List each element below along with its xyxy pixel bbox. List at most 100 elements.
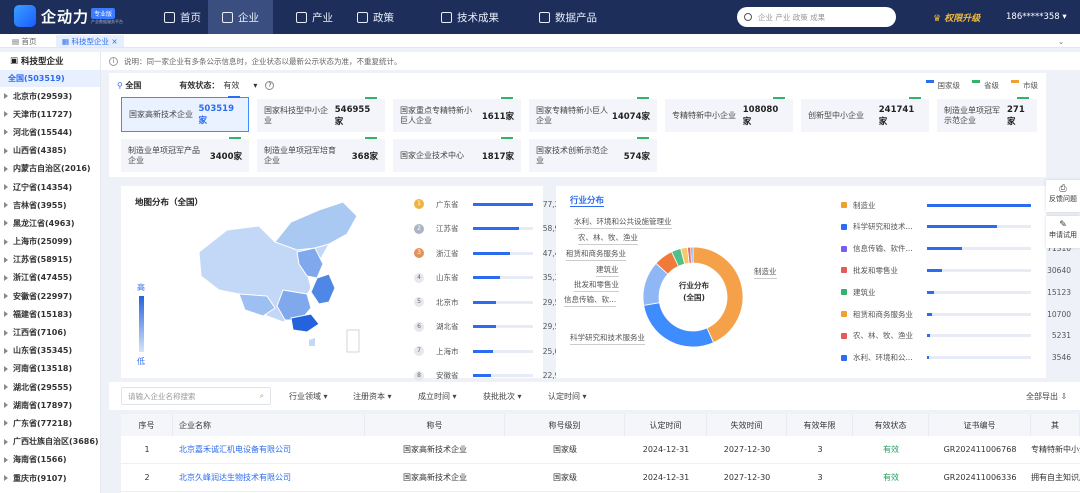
ranking-row[interactable]: 3浙江省47,455 (414, 241, 569, 266)
expand-arrow-icon[interactable] (4, 274, 8, 281)
filter-capital[interactable]: 注册资本 ▾ (353, 391, 392, 402)
user-account[interactable]: 186*****358 ▾ (1006, 12, 1067, 22)
sidebar-item[interactable]: 河北省(15544) (0, 123, 100, 141)
tab-tech-enterprise[interactable]: ▦ 科技型企业 × (56, 35, 124, 47)
expand-arrow-icon[interactable] (4, 402, 8, 409)
filter-cert-date[interactable]: 认定时间 ▾ (548, 391, 587, 402)
feedback-button[interactable]: ⎙ 反馈问题 (1046, 180, 1080, 212)
close-icon[interactable]: × (111, 37, 117, 46)
expand-arrow-icon[interactable] (4, 311, 8, 318)
expand-arrow-icon[interactable] (4, 256, 8, 263)
qualification-card[interactable]: 国家科技型中小企业 546955家 (257, 97, 385, 132)
sidebar-item[interactable]: 内蒙古自治区(2016) (0, 160, 100, 178)
expand-arrow-icon[interactable] (4, 165, 8, 172)
nav-policy[interactable]: 政策 (357, 0, 394, 34)
sidebar-item-all[interactable]: 全国(503519) (0, 70, 100, 87)
sidebar-item[interactable]: 江苏省(58915) (0, 251, 100, 269)
sidebar-item[interactable]: 河南省(13518) (0, 360, 100, 378)
expand-arrow-icon[interactable] (4, 347, 8, 354)
expand-arrow-icon[interactable] (4, 202, 8, 209)
industry-bar-row[interactable]: 信息传输、软件... 71310 (841, 238, 1071, 260)
china-map[interactable] (179, 190, 369, 360)
filter-founded[interactable]: 成立时间 ▾ (418, 391, 457, 402)
tab-home[interactable]: ▤ 首页 (12, 35, 36, 47)
expand-arrow-icon[interactable] (4, 238, 8, 245)
nav-industry[interactable]: 产业 (296, 0, 333, 34)
nav-tech[interactable]: 技术成果 (441, 0, 499, 34)
tabs-dropdown-icon[interactable]: ⌄ (1058, 35, 1064, 47)
industry-bar-row[interactable]: 科学研究和技术...14 (841, 216, 1071, 238)
sidebar-item[interactable]: 广东省(77218) (0, 414, 100, 432)
expand-arrow-icon[interactable] (4, 420, 8, 427)
expand-arrow-icon[interactable] (4, 293, 8, 300)
industry-bar-row[interactable]: 水利、环境和公... 3546 (841, 347, 1071, 369)
export-all-button[interactable]: 全部导出 ⇩ (1026, 391, 1067, 402)
sidebar-item[interactable]: 安徽省(22997) (0, 287, 100, 305)
industry-bar-row[interactable]: 建筑业 15123 (841, 281, 1071, 303)
expand-arrow-icon[interactable] (4, 384, 8, 391)
chevron-down-icon[interactable]: ▾ (253, 81, 257, 90)
trial-button[interactable]: ✎ 申请试用 (1046, 216, 1080, 248)
expand-arrow-icon[interactable] (4, 438, 8, 445)
ranking-row[interactable]: 2江苏省58,915 (414, 217, 569, 242)
ranking-row[interactable]: 5北京市29,593 (414, 290, 569, 315)
expand-arrow-icon[interactable] (4, 475, 8, 482)
sidebar-item[interactable]: 辽宁省(14354) (0, 178, 100, 196)
expand-arrow-icon[interactable] (4, 329, 8, 336)
search-icon[interactable]: ⌕ (260, 391, 264, 401)
qualification-card[interactable]: 国家技术创新示范企业 574家 (529, 137, 657, 172)
industry-bar-row[interactable]: 制造业21 (841, 194, 1071, 216)
sidebar-item[interactable]: 江西省(7106) (0, 323, 100, 341)
qualification-card[interactable]: 创新型中小企业 241741家 (801, 97, 929, 132)
sidebar-item[interactable]: 天津市(11727) (0, 105, 100, 123)
nav-enterprise[interactable]: 企业 (208, 0, 273, 34)
qualification-card[interactable]: 专精特新中小企业 108080家 (665, 97, 793, 132)
ranking-row[interactable]: 6湖北省29,555 (414, 315, 569, 340)
global-search-input[interactable]: 企业 产业 政策 成果 (737, 7, 896, 27)
ranking-row[interactable]: 7上海市25,099 (414, 339, 569, 364)
expand-arrow-icon[interactable] (4, 220, 8, 227)
sidebar-item[interactable]: 湖北省(29555) (0, 378, 100, 396)
sidebar-item[interactable]: 吉林省(3955) (0, 196, 100, 214)
nav-data[interactable]: 数据产品 (539, 0, 597, 34)
sidebar-item[interactable]: 山西省(4385) (0, 142, 100, 160)
sidebar-item[interactable]: 海南省(1566) (0, 451, 100, 469)
donut-slice[interactable] (643, 302, 715, 348)
brand-logo[interactable]: 企动力 专业版 产业数据服务平台 (14, 5, 123, 27)
qualification-card[interactable]: 制造业单项冠军培育企业 368家 (257, 137, 385, 172)
sidebar-item[interactable]: 湖南省(17897) (0, 396, 100, 414)
ranking-row[interactable]: 1广东省77,218 (414, 192, 569, 217)
company-search-input[interactable]: 请输入企业名称搜索 ⌕ (121, 387, 271, 405)
help-icon[interactable]: ? (265, 80, 275, 90)
sidebar-item[interactable]: 黑龙江省(4963) (0, 214, 100, 232)
filter-batch[interactable]: 获批批次 ▾ (483, 391, 522, 402)
ranking-row[interactable]: 4山东省35,345 (414, 266, 569, 291)
donut-slice[interactable] (690, 246, 694, 264)
nav-home[interactable]: 首页 (156, 0, 209, 34)
sidebar-item[interactable]: 浙江省(47455) (0, 269, 100, 287)
qualification-card[interactable]: 国家重点专精特新小巨人企业 1611家 (393, 97, 521, 132)
expand-arrow-icon[interactable] (4, 365, 8, 372)
sidebar-item[interactable]: 广西壮族自治区(3686) (0, 433, 100, 451)
vip-upgrade-button[interactable]: ♛ 权限升级 (933, 11, 980, 24)
filter-industry[interactable]: 行业领域 ▾ (289, 391, 328, 402)
qualification-card[interactable]: 国家企业技术中心 1817家 (393, 137, 521, 172)
company-link[interactable]: 北京嘉禾诚汇机电设备有限公司 (173, 436, 365, 464)
expand-arrow-icon[interactable] (4, 93, 8, 100)
qualification-card[interactable]: 制造业单项冠军产品企业 3400家 (121, 137, 249, 172)
status-filter-select[interactable]: 有效 (223, 80, 239, 91)
qualification-card[interactable]: 制造业单项冠军示范企业 271家 (937, 97, 1037, 132)
expand-arrow-icon[interactable] (4, 129, 8, 136)
industry-bar-row[interactable]: 农、林、牧、渔业 5231 (841, 325, 1071, 347)
sidebar-item[interactable]: 上海市(25099) (0, 233, 100, 251)
expand-arrow-icon[interactable] (4, 456, 8, 463)
industry-bar-row[interactable]: 批发和零售业 30640 (841, 259, 1071, 281)
sidebar-item[interactable]: 重庆市(9107) (0, 469, 100, 487)
company-link[interactable]: 北京久峰润达生物技术有限公司 (173, 464, 365, 492)
expand-arrow-icon[interactable] (4, 147, 8, 154)
industry-bar-row[interactable]: 租赁和商务服务业 10700 (841, 303, 1071, 325)
expand-arrow-icon[interactable] (4, 184, 8, 191)
region-filter[interactable]: 全国 (125, 80, 141, 91)
qualification-card[interactable]: 国家高新技术企业 503519家 (121, 96, 249, 132)
sidebar-item[interactable]: 北京市(29593) (0, 87, 100, 105)
